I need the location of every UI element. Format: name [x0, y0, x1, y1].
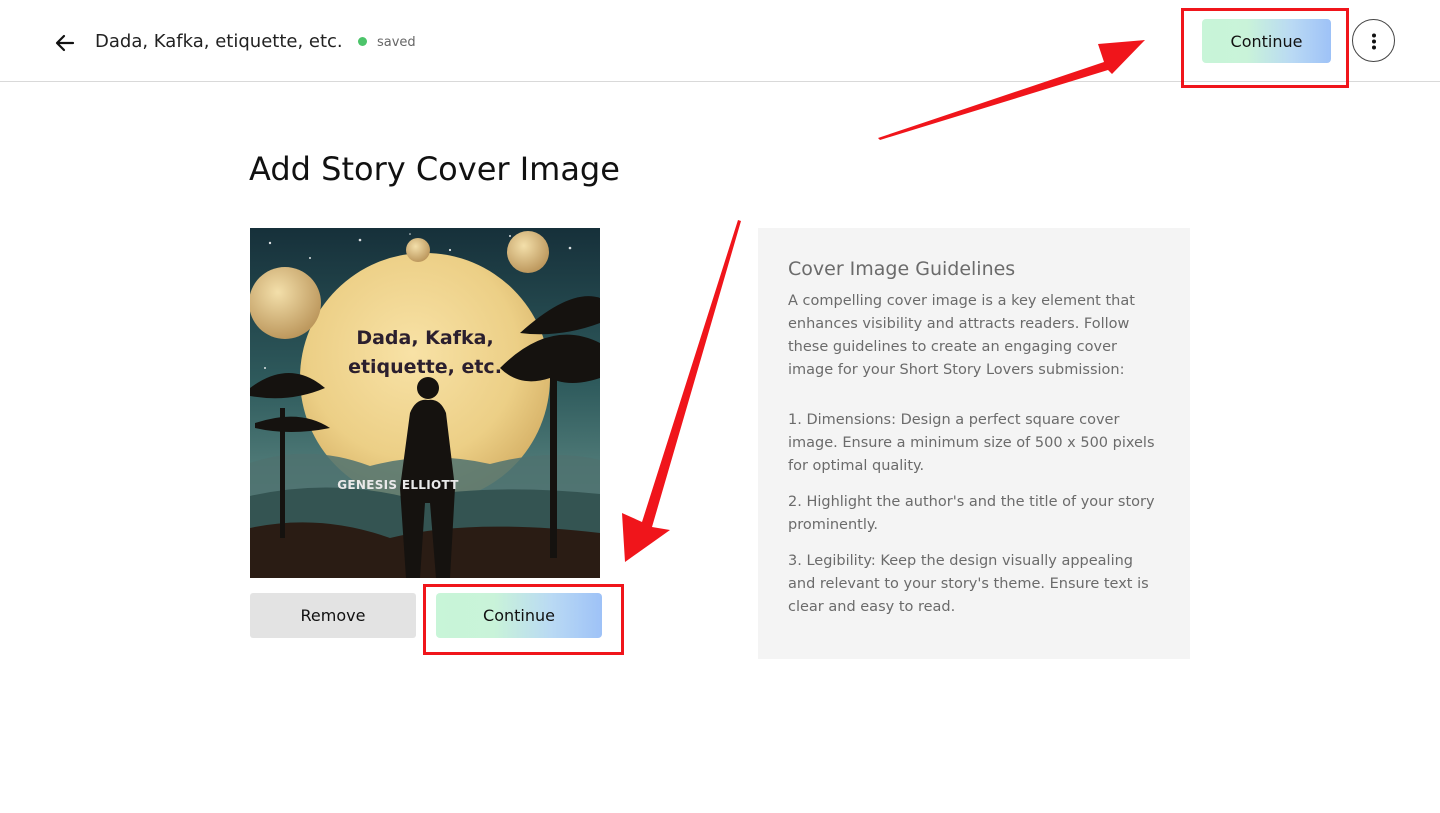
top-bar: Dada, Kafka, etiquette, etc. saved Conti…: [0, 0, 1440, 82]
story-title: Dada, Kafka, etiquette, etc.: [95, 31, 343, 52]
save-status-label: saved: [377, 35, 416, 50]
cover-author-text: GENESIS ELLIOTT: [337, 478, 459, 492]
annotation-arrows: [622, 40, 1145, 562]
cover-guidelines-panel: Cover Image Guidelines A compelling cove…: [758, 228, 1190, 659]
more-vertical-icon: [1372, 33, 1376, 50]
header-continue-button[interactable]: Continue: [1202, 19, 1331, 63]
back-arrow-icon[interactable]: [52, 30, 78, 56]
guideline-item: 1. Dimensions: Design a perfect square c…: [788, 412, 1155, 474]
status-dot-icon: [358, 37, 367, 46]
guidelines-intro: A compelling cover image is a key elemen…: [788, 293, 1135, 378]
remove-button[interactable]: Remove: [250, 593, 416, 638]
cover-title-text: Dada, Kafka, etiquette, etc.: [348, 327, 502, 378]
guideline-item: 3. Legibility: Keep the design visually …: [788, 553, 1149, 615]
annotation-arrow-main: [622, 220, 741, 562]
page-title: Add Story Cover Image: [249, 150, 620, 188]
guideline-item: 2. Highlight the author's and the title …: [788, 494, 1155, 533]
continue-button[interactable]: Continue: [436, 593, 602, 638]
guidelines-title: Cover Image Guidelines: [788, 258, 1016, 280]
save-status: saved: [358, 35, 416, 50]
cover-image: Dada, Kafka, etiquette, etc. GENESIS ELL…: [250, 228, 600, 578]
more-options-button[interactable]: [1352, 19, 1395, 62]
